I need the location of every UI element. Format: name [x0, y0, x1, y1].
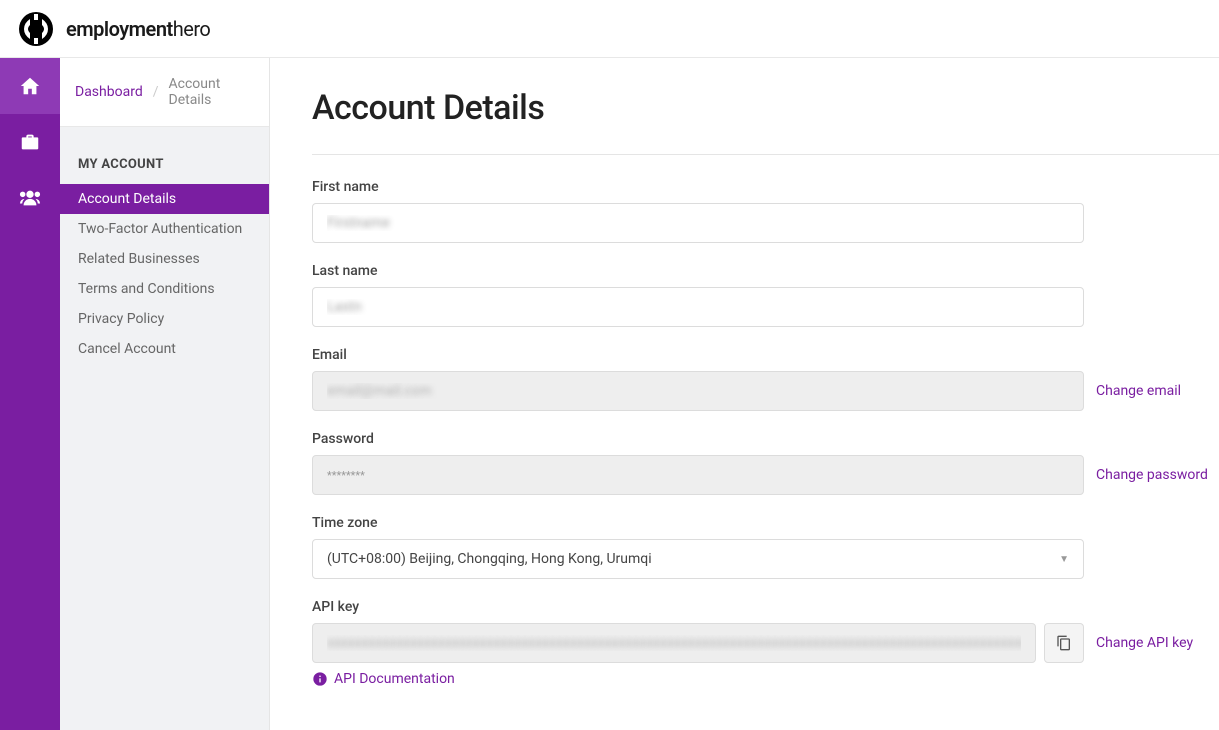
form-group-api-key: API key Change API key API Documentation [312, 599, 1219, 687]
breadcrumb-current: Account Details [169, 76, 255, 108]
info-icon [312, 671, 328, 687]
page-title: Account Details [312, 88, 1219, 128]
timezone-label: Time zone [312, 515, 1219, 531]
timezone-select[interactable]: (UTC+08:00) Beijing, Chongqing, Hong Kon… [312, 539, 1084, 579]
form-group-email: Email Change email [312, 347, 1219, 411]
last-name-label: Last name [312, 263, 1219, 279]
nav-home[interactable] [0, 58, 60, 114]
api-documentation-link[interactable]: API Documentation [312, 671, 1219, 687]
sidebar-item-account-details[interactable]: Account Details [60, 184, 269, 214]
form-group-timezone: Time zone (UTC+08:00) Beijing, Chongqing… [312, 515, 1219, 579]
email-input [312, 371, 1084, 411]
sidebar-item-label: Account Details [78, 191, 176, 207]
app-header: employmenthero [0, 0, 1219, 58]
breadcrumb-root[interactable]: Dashboard [75, 84, 143, 100]
sidebar-item-label: Two-Factor Authentication [78, 221, 242, 237]
nav-briefcase[interactable] [0, 114, 60, 170]
breadcrumb: Dashboard / Account Details [60, 58, 269, 127]
sidebar-item-label: Privacy Policy [78, 311, 164, 327]
sidebar-item-privacy[interactable]: Privacy Policy [60, 304, 269, 334]
sidebar-item-related-businesses[interactable]: Related Businesses [60, 244, 269, 274]
form-group-password: Password Change password [312, 431, 1219, 495]
api-doc-label: API Documentation [334, 671, 455, 687]
logo[interactable]: employmenthero [18, 11, 210, 47]
people-icon [19, 187, 41, 209]
api-key-label: API key [312, 599, 1219, 615]
sidebar-section-header: MY ACCOUNT [60, 127, 269, 184]
first-name-input[interactable] [312, 203, 1084, 243]
last-name-input[interactable] [312, 287, 1084, 327]
sidebar: Dashboard / Account Details MY ACCOUNT A… [60, 58, 270, 730]
copy-api-key-button[interactable] [1044, 623, 1084, 663]
home-icon [19, 75, 41, 97]
form-group-last-name: Last name [312, 263, 1219, 327]
timezone-value: (UTC+08:00) Beijing, Chongqing, Hong Kon… [327, 551, 652, 567]
change-email-link[interactable]: Change email [1092, 383, 1181, 399]
logo-icon [18, 11, 54, 47]
sidebar-item-cancel-account[interactable]: Cancel Account [60, 334, 269, 364]
email-label: Email [312, 347, 1219, 363]
content-area: Account Details First name Last name Ema… [270, 58, 1219, 730]
sidebar-item-label: Terms and Conditions [78, 281, 215, 297]
nav-people[interactable] [0, 170, 60, 226]
first-name-label: First name [312, 179, 1219, 195]
change-api-key-link[interactable]: Change API key [1092, 635, 1193, 651]
sidebar-item-2fa[interactable]: Two-Factor Authentication [60, 214, 269, 244]
logo-text: employmenthero [66, 17, 210, 41]
nav-rail [0, 58, 60, 730]
form-group-first-name: First name [312, 179, 1219, 243]
sidebar-item-label: Cancel Account [78, 341, 176, 357]
password-label: Password [312, 431, 1219, 447]
change-password-link[interactable]: Change password [1092, 467, 1208, 483]
chevron-down-icon: ▼ [1059, 554, 1069, 565]
briefcase-icon [19, 131, 41, 153]
divider [312, 154, 1219, 155]
breadcrumb-separator: / [153, 84, 159, 100]
password-input [312, 455, 1084, 495]
api-key-input [312, 623, 1036, 663]
sidebar-item-terms[interactable]: Terms and Conditions [60, 274, 269, 304]
copy-icon [1056, 635, 1072, 651]
sidebar-item-label: Related Businesses [78, 251, 200, 267]
